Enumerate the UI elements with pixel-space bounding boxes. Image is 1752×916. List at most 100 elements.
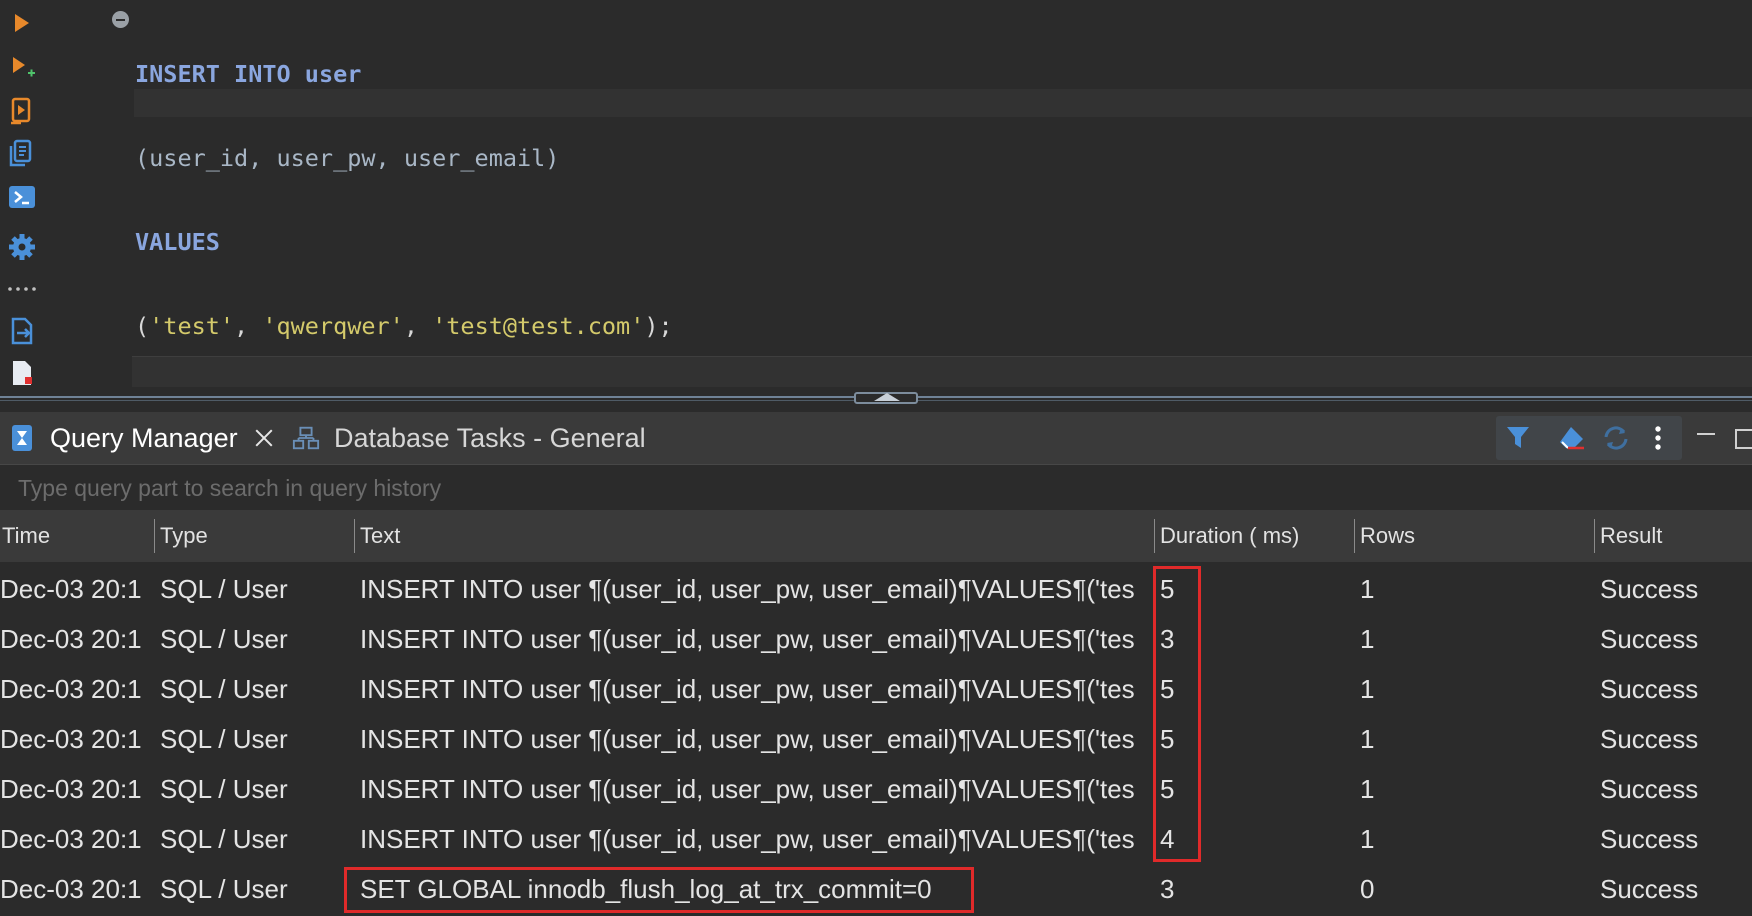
clear-icon[interactable] — [1552, 416, 1592, 460]
cell-duration: 5 — [1160, 674, 1175, 704]
cell-time: Dec-03 20:1 — [0, 574, 142, 604]
cell-type: SQL / User — [160, 724, 288, 754]
string-literal: 'qwerqwer' — [262, 312, 404, 340]
query-history-search — [0, 464, 1752, 511]
cell-type: SQL / User — [160, 574, 288, 604]
cell-text: INSERT INTO user ¶(user_id, user_pw, use… — [360, 724, 1135, 754]
code-line-4: ('test', 'qwerqwer', 'test@test.com'); — [135, 312, 673, 340]
string-literal: 'test' — [149, 312, 235, 340]
cell-rows: 0 — [1360, 874, 1375, 904]
tab-query-manager[interactable]: Query Manager — [8, 412, 274, 464]
load-file-icon[interactable] — [6, 356, 38, 390]
column-header-rows[interactable]: Rows — [1354, 519, 1415, 553]
cell-time: Dec-03 20:1 — [0, 724, 142, 754]
cell-result: Success — [1600, 624, 1699, 654]
refresh-icon[interactable] — [1596, 416, 1636, 460]
keyword: INSERT — [135, 60, 220, 88]
sql-code[interactable]: INSERT INTO user (user_id, user_pw, user… — [135, 4, 673, 396]
table-row[interactable]: Dec-03 20:1 SQL / User INSERT INTO user … — [0, 614, 1752, 664]
maximize-icon[interactable] — [1726, 416, 1752, 460]
execute-new-tab-icon[interactable] — [6, 50, 38, 84]
column-header-duration[interactable]: Duration ( ms) — [1154, 519, 1299, 553]
cell-text: INSERT INTO user ¶(user_id, user_pw, use… — [360, 624, 1135, 654]
settings-icon[interactable] — [6, 230, 38, 264]
execute-script-icon[interactable] — [6, 94, 38, 128]
cell-text: SET GLOBAL innodb_flush_log_at_trx_commi… — [360, 874, 932, 904]
sql-editor[interactable]: INSERT INTO user (user_id, user_pw, user… — [0, 0, 1752, 392]
tab-database-tasks[interactable]: Database Tasks - General — [292, 412, 646, 464]
table-row[interactable]: Dec-03 20:1 SQL / User INSERT INTO user … — [0, 814, 1752, 864]
bottom-panel-tabbar: Query Manager Database Tasks - General — [0, 412, 1752, 464]
column-header-type[interactable]: Type — [154, 519, 208, 553]
cell-type: SQL / User — [160, 824, 288, 854]
code-line-1: INSERT INTO user — [135, 60, 673, 88]
cell-rows: 1 — [1360, 824, 1375, 854]
cell-result: Success — [1600, 874, 1699, 904]
cell-rows: 1 — [1360, 724, 1375, 754]
keyword: INTO — [234, 60, 291, 88]
column-header-time[interactable]: Time — [0, 510, 50, 562]
cell-text: INSERT INTO user ¶(user_id, user_pw, use… — [360, 774, 1135, 804]
search-input[interactable] — [8, 471, 1738, 505]
horizontal-scrollbar[interactable] — [132, 356, 1752, 387]
filter-icon[interactable] — [1498, 416, 1538, 460]
column-header-result[interactable]: Result — [1594, 519, 1662, 553]
table-row[interactable]: Dec-03 20:1 SQL / User SET GLOBAL innodb… — [0, 864, 1752, 914]
explain-plan-icon[interactable] — [6, 136, 38, 170]
cell-text: INSERT INTO user ¶(user_id, user_pw, use… — [360, 824, 1135, 854]
open-console-icon[interactable] — [6, 180, 38, 214]
database-tasks-icon — [292, 424, 320, 452]
cell-result: Success — [1600, 824, 1699, 854]
cell-rows: 1 — [1360, 774, 1375, 804]
query-manager-icon — [8, 424, 36, 452]
panel-splitter[interactable] — [0, 392, 1752, 404]
dbeaver-window: INSERT INTO user (user_id, user_pw, user… — [0, 0, 1752, 916]
menu-icon[interactable] — [1638, 416, 1678, 460]
cell-time: Dec-03 20:1 — [0, 674, 142, 704]
more-icon[interactable] — [6, 272, 38, 306]
column-list: (user_id, user_pw, user_email) — [135, 144, 560, 172]
cell-time: Dec-03 20:1 — [0, 824, 142, 854]
cell-text: INSERT INTO user ¶(user_id, user_pw, use… — [360, 574, 1135, 604]
column-header-text[interactable]: Text — [354, 519, 400, 553]
tab-label: Database Tasks - General — [334, 422, 646, 453]
cell-duration: 5 — [1160, 574, 1175, 604]
cell-duration: 4 — [1160, 824, 1175, 854]
execute-icon[interactable] — [6, 6, 38, 40]
punctuation: , — [234, 312, 263, 340]
query-manager-toolbar — [1496, 416, 1682, 460]
fold-collapse-icon[interactable] — [112, 11, 129, 28]
punctuation: ( — [135, 312, 150, 340]
table-name: user — [304, 60, 362, 88]
minimize-icon[interactable] — [1686, 416, 1726, 460]
cell-time: Dec-03 20:1 — [0, 624, 142, 654]
cell-time: Dec-03 20:1 — [0, 774, 142, 804]
cell-duration: 5 — [1160, 774, 1175, 804]
table-row[interactable]: Dec-03 20:1 SQL / User INSERT INTO user … — [0, 564, 1752, 614]
cell-result: Success — [1600, 574, 1699, 604]
tab-label: Query Manager — [50, 422, 238, 453]
cell-text: INSERT INTO user ¶(user_id, user_pw, use… — [360, 674, 1135, 704]
editor-toolbar — [0, 0, 44, 392]
table-row[interactable]: Dec-03 20:1 SQL / User INSERT INTO user … — [0, 664, 1752, 714]
cell-result: Success — [1600, 674, 1699, 704]
cell-rows: 1 — [1360, 624, 1375, 654]
query-history-table: Time Type Text Duration ( ms) Rows Resul… — [0, 510, 1752, 916]
code-line-3: VALUES — [135, 228, 673, 256]
table-header: Time Type Text Duration ( ms) Rows Resul… — [0, 510, 1752, 562]
punctuation: , — [403, 312, 433, 340]
code-line-2: (user_id, user_pw, user_email) — [135, 144, 673, 172]
cell-type: SQL / User — [160, 624, 288, 654]
table-row[interactable]: Dec-03 20:1 SQL / User INSERT INTO user … — [0, 764, 1752, 814]
cell-result: Success — [1600, 774, 1699, 804]
cell-duration: 3 — [1160, 874, 1175, 904]
collapse-panel-handle[interactable] — [854, 392, 918, 404]
cell-time: Dec-03 20:1 — [0, 874, 142, 904]
export-icon[interactable] — [6, 314, 38, 348]
close-icon[interactable] — [254, 428, 274, 448]
table-row[interactable]: Dec-03 20:1 SQL / User INSERT INTO user … — [0, 714, 1752, 764]
cell-duration: 5 — [1160, 724, 1175, 754]
keyword: VALUES — [135, 228, 220, 256]
cell-result: Success — [1600, 724, 1699, 754]
string-literal: 'test@test.com' — [432, 312, 645, 340]
